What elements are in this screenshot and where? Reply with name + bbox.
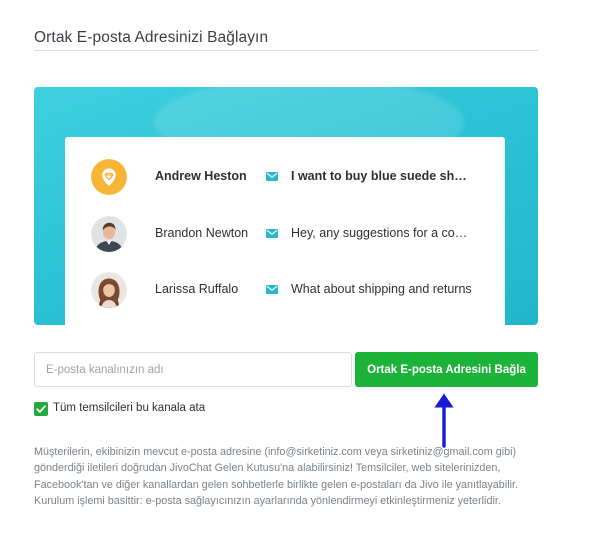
channel-description: Müşterilerin, ekibinizin mevcut e-posta … <box>34 446 519 508</box>
contact-name: Andrew Heston <box>155 169 247 183</box>
preview-row: Brandon Newton Hey, any suggestions for … <box>65 214 505 254</box>
message-preview: I want to buy blue suede shoe… <box>291 169 471 183</box>
checkmark-icon <box>36 405 46 413</box>
assign-all-label[interactable]: Tüm temsilcileri bu kanala ata <box>53 402 205 414</box>
title-divider <box>34 50 538 51</box>
location-pin-icon <box>91 159 127 195</box>
envelope-icon <box>266 172 278 181</box>
contact-name: Brandon Newton <box>155 226 249 240</box>
preview-card: Andrew Heston I want to buy blue suede s… <box>65 137 505 325</box>
connect-email-button[interactable]: Ortak E-posta Adresini Bağla <box>355 352 538 387</box>
message-preview: What about shipping and returns <box>291 282 472 296</box>
envelope-icon <box>266 229 278 238</box>
arrow-up-icon <box>434 393 454 448</box>
page-title: Ortak E-posta Adresinizi Bağlayın <box>34 29 269 46</box>
avatar <box>91 272 127 308</box>
channel-name-input[interactable] <box>34 352 352 387</box>
avatar <box>91 216 127 252</box>
envelope-icon <box>266 285 278 294</box>
preview-row: Larissa Ruffalo What about shipping and … <box>65 270 505 310</box>
contact-name: Larissa Ruffalo <box>155 282 239 296</box>
message-preview: Hey, any suggestions for a co… <box>291 226 468 240</box>
inbox-preview: Andrew Heston I want to buy blue suede s… <box>34 87 538 325</box>
assign-all-checkbox[interactable] <box>34 402 48 416</box>
preview-row: Andrew Heston I want to buy blue suede s… <box>65 157 505 197</box>
